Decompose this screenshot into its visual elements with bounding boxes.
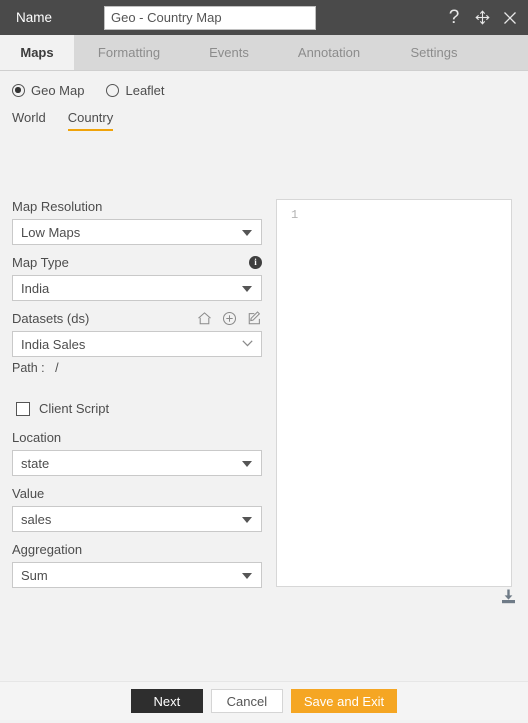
location-value: state bbox=[21, 455, 50, 471]
client-script-row: Client Script bbox=[16, 401, 262, 416]
field-location: Location state bbox=[12, 430, 262, 476]
move-icon[interactable] bbox=[474, 10, 490, 26]
chevron-down-icon bbox=[242, 286, 252, 292]
chevron-down-icon bbox=[242, 340, 253, 347]
edit-icon[interactable] bbox=[247, 311, 262, 326]
aggregation-value: Sum bbox=[21, 567, 48, 583]
field-map-resolution: Map Resolution Low Maps bbox=[12, 199, 262, 245]
chevron-down-icon bbox=[242, 230, 252, 236]
next-button[interactable]: Next bbox=[130, 689, 203, 713]
datasets-select[interactable]: India Sales bbox=[12, 331, 262, 357]
field-aggregation: Aggregation Sum bbox=[12, 542, 262, 588]
help-icon[interactable]: ? bbox=[446, 8, 462, 27]
scope-tabbar: World Country bbox=[0, 98, 528, 131]
chevron-down-icon bbox=[242, 517, 252, 523]
map-resolution-label-text: Map Resolution bbox=[12, 199, 103, 214]
tab-formatting-label: Formatting bbox=[97, 45, 161, 60]
subtab-world[interactable]: World bbox=[12, 110, 46, 131]
radio-leaflet-label[interactable]: Leaflet bbox=[125, 83, 164, 98]
value-label: Value bbox=[12, 486, 262, 501]
tab-settings[interactable]: Settings bbox=[384, 35, 484, 70]
map-settings-form: Map Resolution Low Maps Map Type i India… bbox=[12, 199, 262, 598]
tab-events[interactable]: Events bbox=[184, 35, 274, 70]
script-editor[interactable]: 1 bbox=[276, 199, 512, 587]
map-type-select[interactable]: India bbox=[12, 275, 262, 301]
value-label-text: Value bbox=[12, 486, 45, 501]
tab-maps[interactable]: Maps bbox=[0, 35, 74, 70]
name-label: Name bbox=[16, 10, 53, 25]
aggregation-select[interactable]: Sum bbox=[12, 562, 262, 588]
download-icon[interactable] bbox=[500, 588, 517, 605]
cancel-button[interactable]: Cancel bbox=[210, 689, 283, 713]
map-type-value: India bbox=[21, 280, 50, 296]
close-icon[interactable] bbox=[502, 10, 518, 26]
add-circle-icon[interactable] bbox=[222, 311, 237, 326]
client-script-checkbox[interactable] bbox=[16, 401, 30, 416]
radio-leaflet[interactable] bbox=[106, 84, 120, 97]
chevron-down-icon bbox=[242, 461, 252, 467]
chevron-down-icon bbox=[242, 573, 252, 579]
tab-settings-label: Settings bbox=[410, 45, 458, 60]
tab-formatting[interactable]: Formatting bbox=[74, 35, 184, 70]
radio-geo-map-label[interactable]: Geo Map bbox=[31, 83, 84, 98]
dataset-path-value: / bbox=[55, 361, 59, 375]
home-icon[interactable] bbox=[197, 311, 212, 326]
editor-line-number: 1 bbox=[291, 208, 299, 222]
datasets-label-text: Datasets (ds) bbox=[12, 311, 90, 326]
subtab-country[interactable]: Country bbox=[67, 110, 114, 131]
save-and-exit-button[interactable]: Save and Exit bbox=[290, 689, 398, 713]
field-datasets: Datasets (ds) India Sales Path: / bbox=[12, 311, 262, 375]
map-mode-radio-group: Geo Map Leaflet bbox=[0, 71, 528, 98]
map-type-label: Map Type i bbox=[12, 255, 262, 270]
value-select[interactable]: sales bbox=[12, 506, 262, 532]
aggregation-label: Aggregation bbox=[12, 542, 262, 557]
tab-annotation-label: Annotation bbox=[297, 45, 361, 60]
location-label: Location bbox=[12, 430, 262, 445]
name-input[interactable] bbox=[104, 5, 316, 30]
dataset-path-label: Path : bbox=[12, 361, 45, 375]
field-map-type: Map Type i India bbox=[12, 255, 262, 301]
map-resolution-label: Map Resolution bbox=[12, 199, 262, 214]
map-type-label-text: Map Type bbox=[12, 255, 69, 270]
field-value: Value sales bbox=[12, 486, 262, 532]
dialog-content: Geo Map Leaflet World Country Map Resolu… bbox=[0, 71, 528, 720]
aggregation-label-text: Aggregation bbox=[12, 542, 83, 557]
dialog-footer: Next Cancel Save and Exit bbox=[0, 681, 528, 720]
main-tabbar: Maps Formatting Events Annotation Settin… bbox=[0, 35, 528, 71]
location-label-text: Location bbox=[12, 430, 62, 445]
location-select[interactable]: state bbox=[12, 450, 262, 476]
tab-events-label: Events bbox=[209, 45, 249, 60]
map-resolution-value: Low Maps bbox=[21, 224, 81, 240]
tab-annotation[interactable]: Annotation bbox=[274, 35, 384, 70]
tab-maps-label: Maps bbox=[20, 45, 54, 60]
datasets-action-icons bbox=[197, 311, 262, 326]
client-script-label[interactable]: Client Script bbox=[39, 401, 109, 416]
datasets-label: Datasets (ds) bbox=[12, 311, 262, 326]
value-value: sales bbox=[21, 511, 52, 527]
map-resolution-select[interactable]: Low Maps bbox=[12, 219, 262, 245]
info-icon[interactable]: i bbox=[249, 256, 262, 269]
dataset-path: Path : / bbox=[12, 361, 262, 375]
titlebar-icon-group: ? bbox=[446, 8, 518, 27]
datasets-value: India Sales bbox=[21, 336, 86, 352]
radio-geo-map[interactable] bbox=[12, 84, 25, 97]
dialog-titlebar: Name ? bbox=[0, 0, 528, 35]
